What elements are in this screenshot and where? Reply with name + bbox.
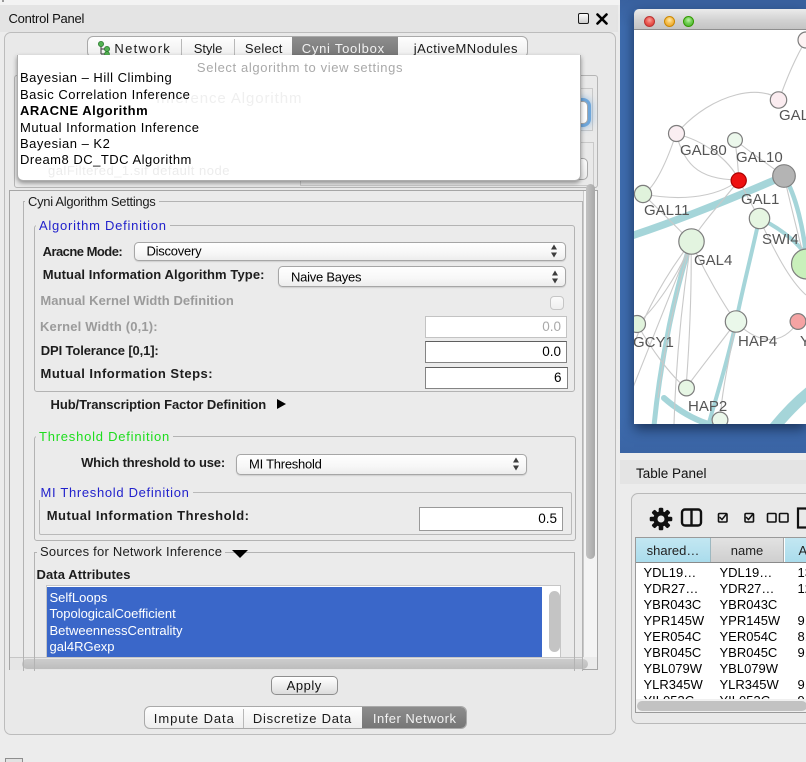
svg-text:GAL: GAL [779,107,806,124]
svg-text:GAL11: GAL11 [644,202,690,219]
svg-text:GAL4: GAL4 [694,252,732,269]
svg-text:Y: Y [800,333,806,350]
svg-text:GAL80: GAL80 [680,142,727,159]
svg-text:GAL1: GAL1 [741,191,779,208]
svg-text:HAP4: HAP4 [738,333,777,350]
svg-text:GCY1: GCY1 [634,334,674,351]
svg-text:HAP2: HAP2 [688,398,727,415]
svg-text:GAL10: GAL10 [736,149,783,166]
svg-text:SWI4: SWI4 [762,231,799,248]
